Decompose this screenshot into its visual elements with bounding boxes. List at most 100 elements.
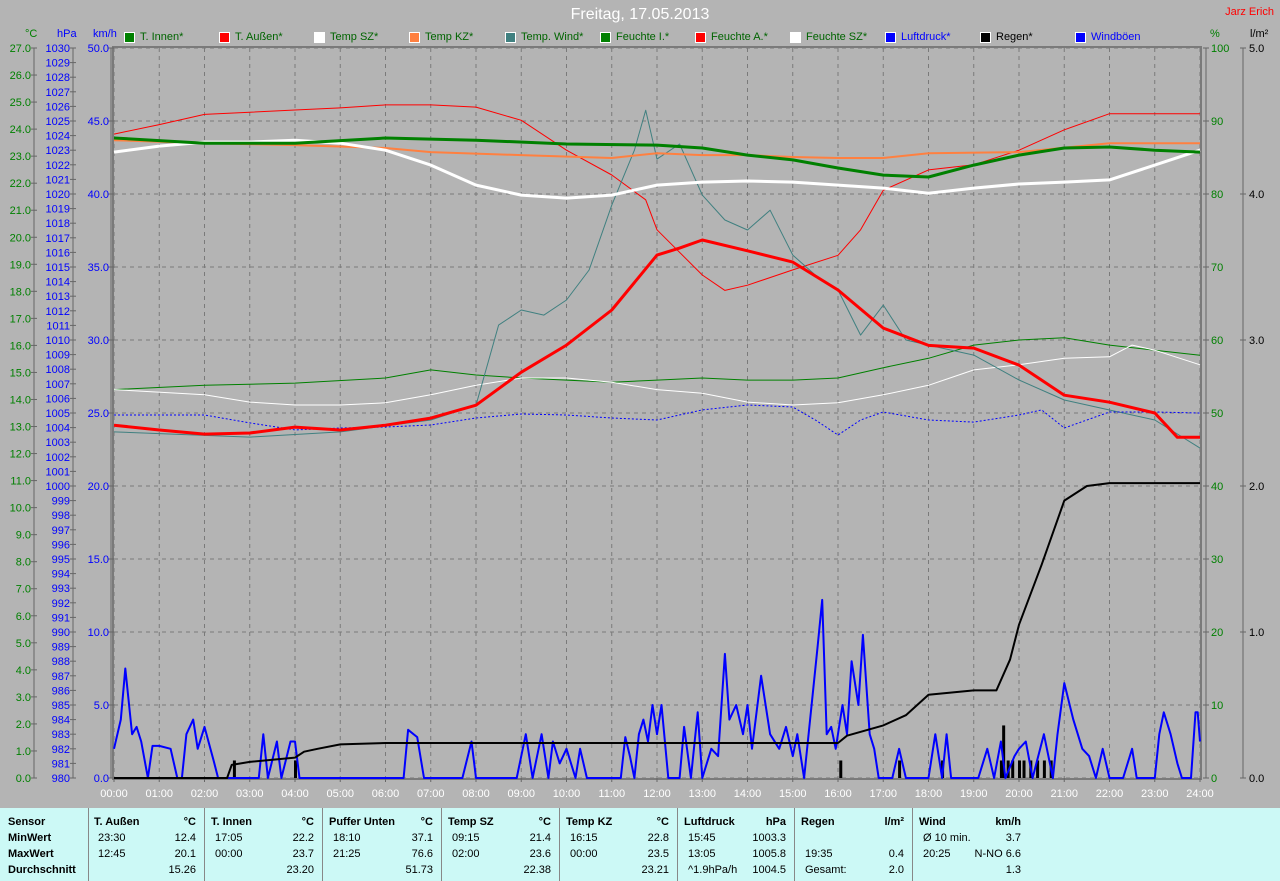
axis-tick-label-hPa: 987	[52, 671, 70, 683]
axis-tick-label-C: 24.0	[10, 124, 31, 136]
axis-tick-label-hPa: 990	[52, 627, 70, 639]
axis-tick-label-hPa: 1028	[46, 72, 70, 84]
axis-tick-label-C: 1.0	[16, 746, 31, 758]
stat-value: 21.4	[529, 832, 551, 844]
x-tick-label: 15:00	[779, 788, 807, 800]
x-tick-label: 18:00	[915, 788, 943, 800]
row-label: MinWert	[8, 832, 52, 844]
axis-tick-label-hPa: 1029	[46, 58, 70, 70]
axis-tick-label-hPa: 985	[52, 700, 70, 712]
legend-item: Regen*	[980, 31, 1033, 43]
stat-value: 1004.5	[752, 864, 786, 876]
stat-value: 23.5	[647, 848, 669, 860]
weather-chart: °C 0.0 1.0 2.0 3.0 4.0 5.0 6.0 7.0 8.0 9.0 10.0 11.0…	[10, 28, 1269, 800]
stat-value: 22.38	[523, 864, 551, 876]
legend-swatch	[1075, 31, 1086, 43]
stats-column: Puffer Unten °C 18:10 37.1 21:25 76.6 51.73	[323, 808, 442, 881]
axis-tick-label-hPa: 1012	[46, 306, 70, 318]
stats-column: T. Außen °C 23:30 12.4 12:45 20.1 15.26	[88, 808, 205, 881]
legend-item: Temp SZ*	[314, 31, 378, 43]
x-tick-label: 04:00	[281, 788, 309, 800]
axis-tick-label-C: 23.0	[10, 151, 31, 163]
axis-tick-label-C: 27.0	[10, 43, 31, 55]
column-unit: hPa	[765, 816, 786, 828]
stat-time: ^1.9hPa/h	[688, 864, 738, 876]
axis-tick-label-hPa: 984	[52, 715, 70, 727]
column-header: T. Innen	[211, 816, 252, 828]
legend-item: T. Außen*	[219, 31, 283, 43]
axis-tick-label-hPa: 981	[52, 758, 70, 770]
stat-value: 23.7	[292, 848, 314, 860]
axis-tick-label-hPa: 1018	[46, 218, 70, 230]
x-tick-label: 21:00	[1050, 788, 1078, 800]
axis-tick-label-hPa: 997	[52, 525, 70, 537]
axis-tick-label-hPa: 988	[52, 656, 70, 668]
stat-time: 09:15	[452, 832, 480, 844]
legend-label: Windböen	[1091, 31, 1141, 43]
stat-value: 1.3	[1005, 864, 1021, 876]
axis-tick-label-pct: 40	[1211, 481, 1223, 493]
legend-item: Feuchte I.*	[600, 31, 669, 43]
stat-time: Ø 10 min.	[923, 832, 971, 844]
legend-label: Temp SZ*	[330, 31, 379, 43]
stat-value: 2.0	[888, 864, 904, 876]
legend-label: Feuchte SZ*	[806, 31, 868, 43]
axis-tick-label-C: 21.0	[10, 205, 31, 217]
axis-tick-label-C: 8.0	[16, 557, 31, 569]
stat-value: 22.2	[292, 832, 314, 844]
legend-item: T. Innen*	[124, 31, 183, 43]
column-unit: °C	[656, 816, 669, 828]
stat-value: 15.26	[168, 864, 196, 876]
rain-bar	[898, 760, 902, 778]
stat-time: 23:30	[98, 832, 126, 844]
legend-swatch	[219, 31, 230, 43]
statistics-table: Sensor MinWert MaxWert Durchschnitt T. Außen…	[0, 808, 1280, 881]
axis-tick-label-pct: 0	[1211, 773, 1217, 785]
stats-column: Temp KZ °C 16:15 22.8 00:00 23.5 23.21	[560, 808, 678, 881]
x-tick-label: 10:00	[553, 788, 581, 800]
x-tick-label: 11:00	[598, 788, 625, 800]
axis-tick-label-pct: 10	[1211, 700, 1223, 712]
axis-tick-label-hPa: 1004	[46, 423, 70, 435]
axis-tick-label-C: 7.0	[16, 584, 31, 596]
legend-swatch	[980, 31, 991, 43]
row-labels-column: Sensor MinWert MaxWert Durchschnitt	[0, 808, 89, 881]
legend-label: Feuchte I.*	[616, 31, 670, 43]
axis-tick-label-hPa: 1006	[46, 393, 70, 405]
rain-bar	[839, 760, 843, 778]
axis-tick-label-hPa: 996	[52, 539, 70, 551]
axis-tick-label-pct: 30	[1211, 554, 1223, 566]
axis-tick-label-kmh: 30.0	[88, 335, 109, 347]
x-tick-label: 22:00	[1096, 788, 1124, 800]
axis-tick-label-C: 14.0	[10, 394, 31, 406]
series-line-feuchte-a-	[113, 104, 1200, 291]
stat-time: 02:00	[452, 848, 480, 860]
axis-tick-label-kmh: 35.0	[88, 262, 109, 274]
legend-label: Luftdruck*	[901, 31, 951, 43]
column-header: Regen	[801, 816, 835, 828]
axis-tick-label-C: 26.0	[10, 70, 31, 82]
x-tick-label: 08:00	[462, 788, 490, 800]
column-unit: °C	[301, 816, 314, 828]
rain-bar	[1042, 760, 1046, 778]
legend-item: Feuchte SZ*	[790, 31, 867, 43]
legend-swatch	[124, 31, 135, 43]
column-header: Wind	[919, 816, 946, 828]
x-tick-label: 05:00	[326, 788, 354, 800]
x-tick-label: 20:00	[1005, 788, 1033, 800]
rain-bar	[294, 760, 297, 778]
axis-tick-label-C: 6.0	[16, 611, 31, 623]
axis-tick-label-hPa: 1024	[46, 131, 70, 143]
axis-tick-label-pct: 70	[1211, 262, 1223, 274]
stat-time: 16:15	[570, 832, 598, 844]
axis-tick-label-C: 9.0	[16, 530, 31, 542]
axis-tick-label-hPa: 1009	[46, 350, 70, 362]
axis-tick-label-C: 25.0	[10, 97, 31, 109]
axis-tick-label-C: 0.0	[16, 773, 31, 785]
legend-label: T. Innen*	[140, 31, 184, 43]
axis-tick-label-C: 5.0	[16, 638, 31, 650]
legend-swatch	[600, 31, 611, 43]
x-tick-label: 14:00	[734, 788, 762, 800]
x-tick-label: 06:00	[372, 788, 400, 800]
axis-tick-label-kmh: 45.0	[88, 116, 109, 128]
